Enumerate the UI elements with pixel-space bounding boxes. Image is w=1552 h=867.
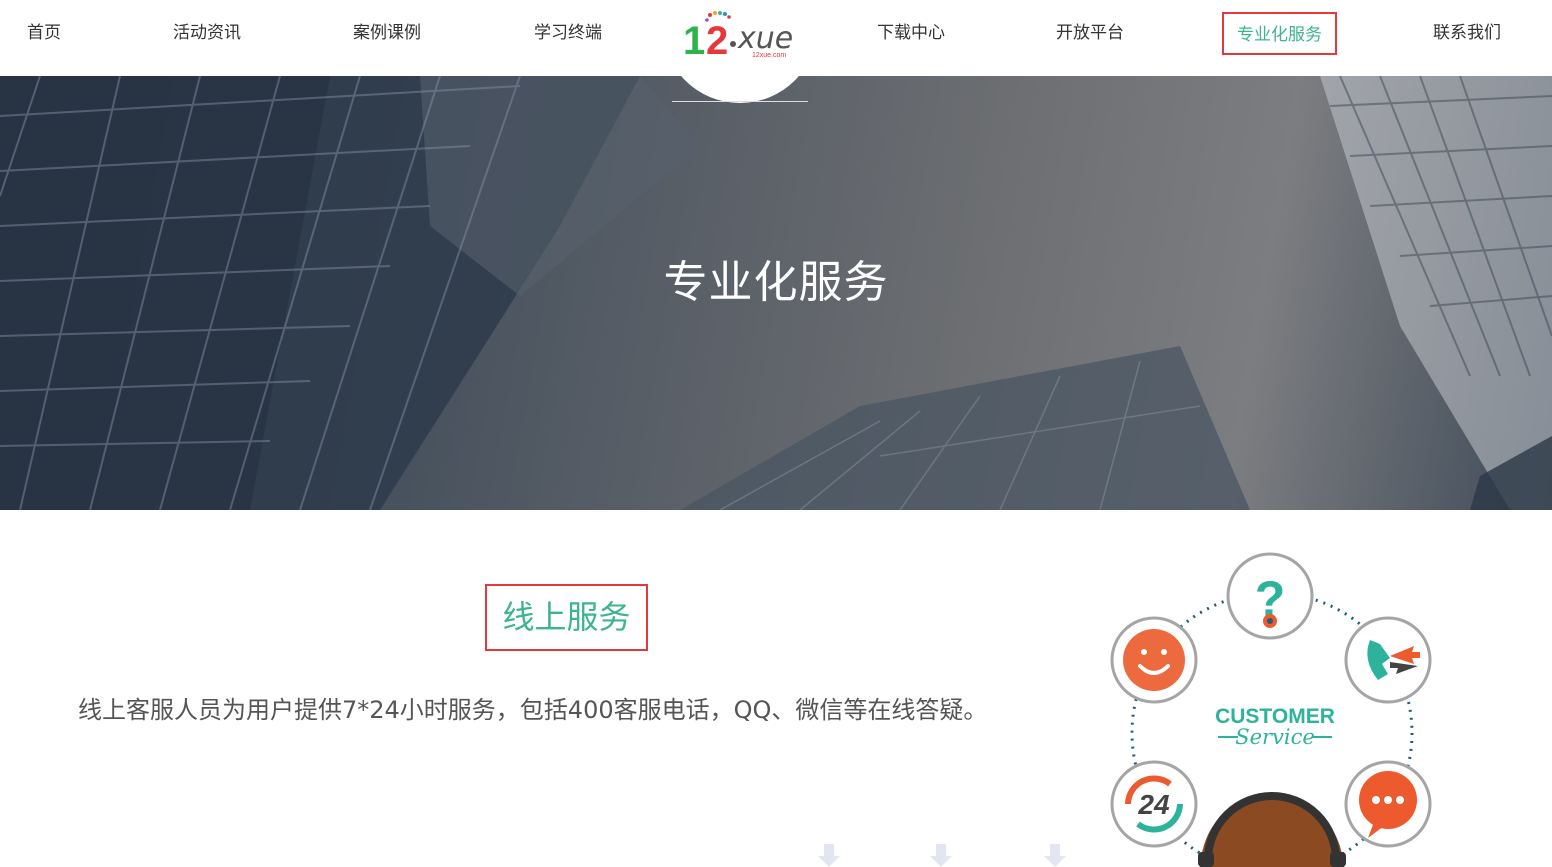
logo-mark-1: 1: [683, 19, 705, 62]
logo-subtext: 12xue.com: [752, 52, 786, 59]
hero-banner: 专业化服务: [0, 76, 1552, 510]
nav-item-contact[interactable]: 联系我们: [1433, 0, 1501, 67]
chat-bubble-icon: [1344, 760, 1432, 848]
customer-service-illustration: ? CUSTOMER Service 24: [1110, 552, 1432, 867]
logo-mark-2: 2: [706, 19, 728, 62]
nav-item-professional-service[interactable]: 专业化服务: [1222, 12, 1337, 55]
24-badge-text: 24: [1137, 789, 1170, 820]
scroll-down-arrows-icon: [818, 844, 1066, 867]
nav-item-download[interactable]: 下载中心: [877, 0, 945, 67]
agent-avatar-icon: [1198, 792, 1346, 867]
nav-item-home[interactable]: 首页: [27, 0, 61, 67]
nav-item-open-platform[interactable]: 开放平台: [1056, 0, 1124, 67]
nav-item-cases[interactable]: 案例课例: [353, 0, 421, 67]
24-hour-icon: 24: [1110, 760, 1198, 848]
smiley-icon: [1110, 616, 1198, 704]
section-title: 线上服务: [485, 584, 648, 651]
phone-icon: [1344, 616, 1432, 704]
logo-mark-text: xue: [737, 21, 793, 56]
nav-item-news[interactable]: 活动资讯: [173, 0, 241, 67]
logo-divider: [672, 101, 808, 102]
hero-title: 专业化服务: [663, 257, 889, 308]
nav-item-terminal[interactable]: 学习终端: [534, 0, 602, 67]
question-icon: ?: [1226, 552, 1314, 640]
cs-line-2: Service: [1235, 725, 1315, 749]
section-description: 线上客服人员为用户提供7*24小时服务，包括400客服电话，QQ、微信等在线答疑…: [78, 696, 988, 724]
site-logo[interactable]: 1 2 xue 12xue.com: [680, 8, 810, 62]
